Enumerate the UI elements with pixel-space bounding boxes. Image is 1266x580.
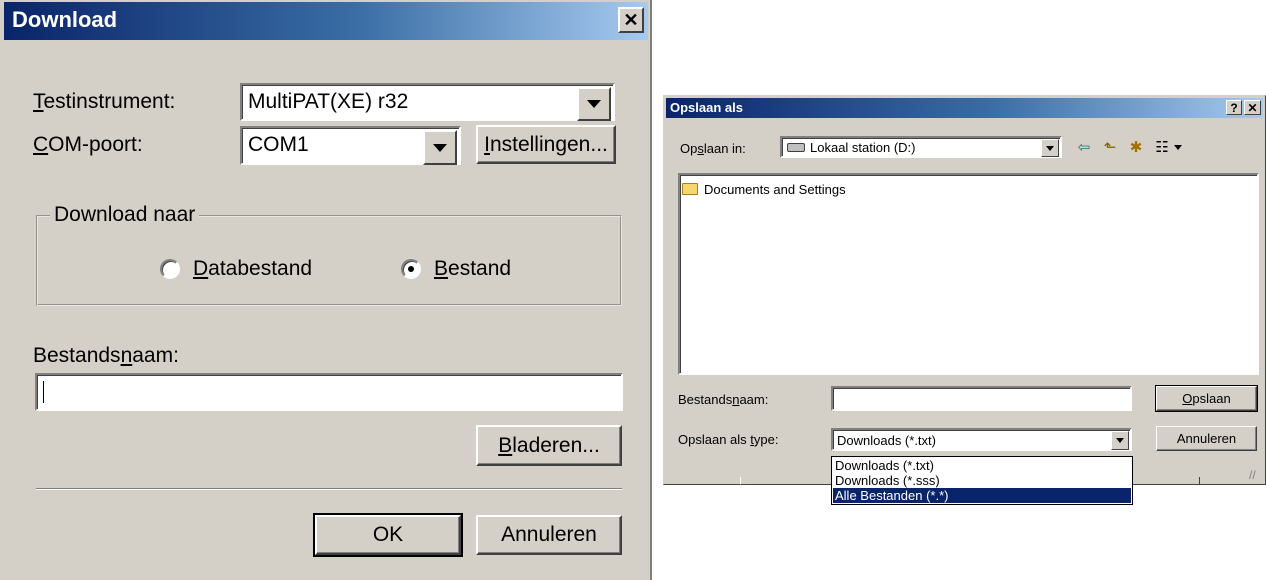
ok-button[interactable]: OK	[313, 513, 463, 557]
new-folder-icon[interactable]: ✱	[1126, 137, 1146, 157]
save-as-title-bar[interactable]: Opslaan als ? ✕	[666, 98, 1263, 118]
download-dialog: Download ✕ Testinstrument: MultiPAT(XE) …	[0, 0, 652, 580]
file-name: Documents and Settings	[704, 182, 846, 197]
save-filename-label: Bestandsnaam:	[678, 392, 769, 407]
browse-button[interactable]: Bladeren...	[476, 425, 622, 466]
chevron-down-icon	[1046, 145, 1054, 151]
dropdown-option-selected[interactable]: Alle Bestanden (*.*)	[832, 487, 1132, 504]
file-type-select[interactable]: Downloads (*.txt)	[831, 428, 1132, 451]
com-port-dropdown-button[interactable]	[423, 130, 457, 165]
back-icon[interactable]: ⇦	[1074, 137, 1094, 157]
instrument-value: MultiPAT(XE) r32	[248, 90, 409, 113]
save-cancel-button[interactable]: Annuleren	[1156, 426, 1257, 451]
help-icon: ?	[1230, 100, 1238, 115]
folder-icon	[682, 183, 698, 195]
radio-database[interactable]	[160, 259, 180, 279]
close-icon: ✕	[623, 9, 639, 30]
com-port-label: COM-poort:	[33, 133, 143, 156]
download-target-group-label: Download naar	[50, 203, 200, 227]
save-in-dropdown-button[interactable]	[1041, 139, 1059, 157]
filename-label: Bestandsnaam:	[33, 344, 179, 367]
file-type-label: Opslaan als type:	[678, 432, 779, 447]
text-caret	[43, 381, 44, 403]
dropdown-option[interactable]: Downloads (*.txt)	[833, 458, 1131, 473]
settings-button[interactable]: Instellingen...	[476, 125, 616, 164]
chevron-down-icon	[1116, 438, 1124, 443]
radio-checked-dot	[408, 266, 414, 272]
radio-file[interactable]	[401, 259, 421, 279]
instrument-label: Testinstrument:	[33, 90, 176, 113]
save-as-title: Opslaan als	[670, 100, 743, 115]
instrument-dropdown-button[interactable]	[577, 87, 611, 121]
cancel-button[interactable]: Annuleren	[476, 515, 622, 555]
save-as-dialog: Opslaan als ? ✕ Opslaan in: Lokaal stati…	[663, 95, 1266, 505]
instrument-select[interactable]: MultiPAT(XE) r32	[240, 83, 615, 121]
file-type-dropdown-button[interactable]	[1111, 431, 1129, 450]
file-list[interactable]: Documents and Settings	[678, 173, 1259, 375]
chevron-down-icon	[1174, 145, 1182, 150]
download-title-bar[interactable]: Download ✕	[4, 2, 648, 40]
file-type-value: Downloads (*.txt)	[837, 433, 936, 448]
help-button[interactable]: ?	[1226, 100, 1242, 115]
radio-file-label[interactable]: Bestand	[434, 257, 511, 281]
save-in-value: Lokaal station (D:)	[810, 140, 916, 155]
download-target-group	[36, 215, 622, 306]
radio-database-label[interactable]: Databestand	[193, 257, 312, 281]
save-filename-input[interactable]	[831, 386, 1132, 411]
com-port-select[interactable]: COM1	[240, 126, 461, 165]
chevron-down-icon	[433, 143, 447, 152]
com-port-value: COM1	[248, 133, 309, 156]
download-close-button[interactable]: ✕	[618, 7, 644, 33]
separator	[36, 488, 622, 490]
save-in-select[interactable]: Lokaal station (D:)	[780, 136, 1062, 158]
filename-input[interactable]	[35, 373, 623, 411]
close-icon: ✕	[1247, 100, 1258, 115]
resize-grip-icon[interactable]: //	[1249, 468, 1256, 482]
save-as-close-button[interactable]: ✕	[1244, 100, 1261, 115]
view-menu-icon[interactable]: ☷	[1152, 137, 1172, 157]
file-type-dropdown-list[interactable]: Downloads (*.txt) Downloads (*.sss) Alle…	[831, 456, 1133, 505]
save-button[interactable]: Opslaan	[1155, 385, 1258, 412]
list-item[interactable]: Documents and Settings	[682, 182, 882, 198]
dropdown-option[interactable]: Downloads (*.sss)	[833, 473, 1131, 488]
download-title: Download	[12, 7, 118, 32]
chevron-down-icon	[587, 100, 601, 108]
save-in-label: Opslaan in:	[680, 141, 746, 156]
up-folder-icon[interactable]: ⬑	[1100, 137, 1120, 157]
drive-icon	[787, 143, 805, 152]
